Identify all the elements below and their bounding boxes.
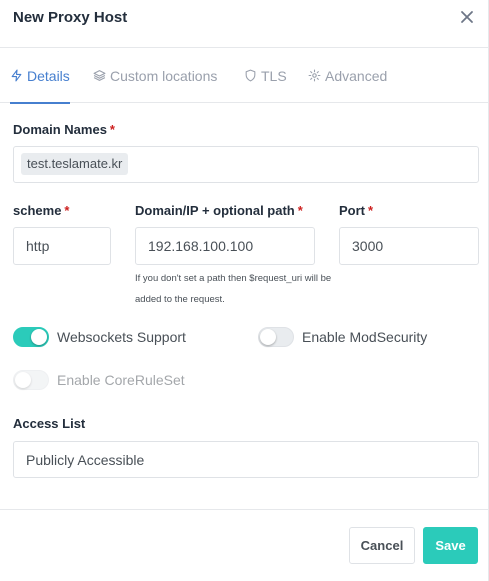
save-button[interactable]: Save [423, 527, 478, 564]
switch-knob [15, 372, 31, 388]
switch-knob [260, 329, 276, 345]
coreruleset-toggle: Enable CoreRuleSet [13, 370, 185, 390]
modsecurity-label: Enable ModSecurity [302, 329, 428, 345]
forward-host-label-text: Domain/IP + optional path [135, 203, 295, 218]
domain-chip[interactable]: test.teslamate.kr [21, 153, 129, 175]
forward-host-help-line2: added to the request. [135, 294, 225, 305]
modsecurity-toggle[interactable]: Enable ModSecurity [258, 327, 427, 347]
access-list-select[interactable]: Publicly Accessible [13, 441, 479, 478]
coreruleset-switch [13, 370, 49, 390]
close-icon[interactable] [458, 8, 476, 26]
required-marker: * [64, 203, 70, 218]
layers-icon [93, 70, 106, 81]
switch-knob [31, 329, 47, 345]
cancel-button[interactable]: Cancel [349, 527, 415, 564]
tab-advanced-label: Advanced [325, 67, 388, 84]
forward-host-input[interactable]: 192.168.100.100 [135, 227, 315, 265]
modal-footer [0, 509, 489, 581]
websockets-switch[interactable] [13, 327, 49, 347]
shield-icon [245, 69, 256, 82]
modal-title: New Proxy Host [13, 9, 128, 26]
modal-header: New Proxy Host [0, 0, 489, 48]
port-input[interactable]: 3000 [339, 227, 479, 265]
tab-custom-locations-label: Custom locations [110, 67, 218, 84]
access-list-label: Access List [13, 416, 86, 431]
bolt-icon [11, 69, 22, 82]
proxy-host-modal: New Proxy Host Details Custom locations … [0, 0, 489, 581]
tab-details-label: Details [27, 67, 70, 84]
scheme-label: scheme * [13, 203, 69, 218]
required-marker: * [297, 203, 303, 218]
required-marker: * [368, 203, 374, 218]
domain-names-label: Domain Names * [13, 122, 115, 137]
websockets-toggle[interactable]: Websockets Support [13, 327, 186, 347]
websockets-label: Websockets Support [57, 329, 186, 345]
port-label-text: Port [339, 203, 365, 218]
tab-advanced[interactable]: Advanced [308, 48, 387, 103]
forward-host-help-line1: If you don't set a path then $request_ur… [135, 273, 332, 284]
tab-tls[interactable]: TLS [244, 48, 287, 103]
tab-custom-locations[interactable]: Custom locations [93, 48, 217, 103]
tab-bar: Details Custom locations TLS Advanced [0, 48, 489, 104]
required-marker: * [109, 122, 115, 137]
coreruleset-label: Enable CoreRuleSet [57, 372, 185, 388]
modsecurity-switch[interactable] [258, 327, 294, 347]
scheme-input[interactable]: http [13, 227, 111, 265]
scheme-label-text: scheme [13, 203, 62, 218]
gear-icon [308, 69, 321, 82]
forward-host-label: Domain/IP + optional path * [135, 203, 303, 218]
domain-names-label-text: Domain Names [13, 122, 107, 137]
tab-details[interactable]: Details [10, 48, 70, 104]
tab-tls-label: TLS [261, 67, 287, 84]
port-label: Port * [339, 203, 373, 218]
